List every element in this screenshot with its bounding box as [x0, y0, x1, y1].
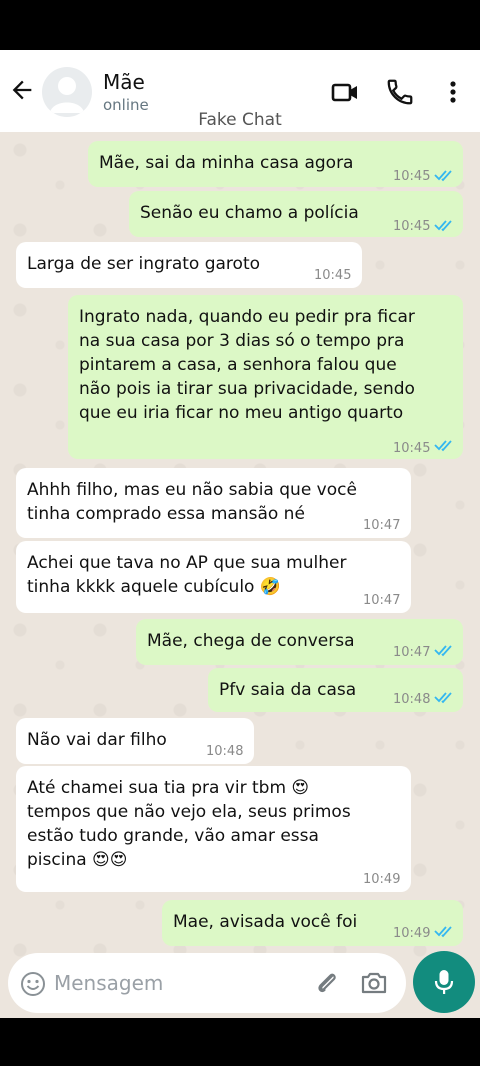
message-bubble-outgoing[interactable]: Senão eu chamo a polícia 10:45	[129, 191, 463, 237]
navigation-bar	[0, 1018, 480, 1066]
message-composer	[8, 953, 406, 1013]
message-bubble-incoming[interactable]: Ahhh filho, mas eu não sabia que você ti…	[16, 468, 411, 538]
message-time: 10:45	[393, 169, 431, 184]
mic-button[interactable]	[413, 951, 475, 1013]
message-bubble-incoming[interactable]: Não vai dar filho 10:48	[16, 718, 254, 764]
double-check-icon	[434, 645, 452, 657]
message-bubble-outgoing[interactable]: Mãe, chega de conversa 10:47	[136, 619, 463, 665]
more-vert-icon[interactable]	[438, 77, 468, 107]
message-bubble-incoming[interactable]: Larga de ser ingrato garoto 10:45	[16, 242, 362, 288]
message-time: 10:45	[393, 219, 431, 234]
message-bubble-outgoing[interactable]: Pfv saia da casa 10:48	[208, 668, 463, 712]
message-time: 10:45	[314, 268, 352, 283]
mic-icon	[434, 970, 454, 994]
message-text: Até chamei sua tia pra vir tbm 😍 tempos …	[27, 778, 351, 870]
phone-icon[interactable]	[385, 77, 415, 107]
double-check-icon	[434, 926, 452, 938]
watermark: Fake Chat	[198, 110, 282, 130]
message-text: Ahhh filho, mas eu não sabia que você ti…	[27, 480, 357, 524]
message-time: 10:48	[206, 744, 244, 759]
message-text: Mae, avisada você foi	[173, 912, 358, 932]
attach-icon[interactable]	[314, 970, 340, 996]
status-bar	[0, 0, 480, 50]
double-check-icon	[434, 440, 452, 452]
video-call-icon[interactable]	[330, 77, 360, 107]
message-bubble-outgoing[interactable]: Mae, avisada você foi 10:49	[162, 900, 463, 946]
message-time: 10:47	[393, 645, 431, 660]
message-text: Mãe, chega de conversa	[147, 631, 355, 651]
emoji-icon[interactable]	[20, 971, 46, 997]
message-text: Senão eu chamo a polícia	[140, 203, 359, 223]
message-time: 10:47	[363, 518, 401, 533]
message-input[interactable]	[54, 967, 294, 999]
message-bubble-outgoing[interactable]: Mãe, sai da minha casa agora 10:45	[88, 141, 463, 187]
double-check-icon	[434, 170, 452, 182]
message-text: Larga de ser ingrato garoto	[27, 254, 261, 274]
message-time: 10:49	[393, 926, 431, 941]
camera-icon[interactable]	[360, 970, 388, 996]
message-text: Não vai dar filho	[27, 730, 167, 750]
message-text: Pfv saia da casa	[219, 680, 357, 700]
message-time: 10:45	[393, 441, 431, 456]
message-bubble-incoming[interactable]: Achei que tava no AP que sua mulher tinh…	[16, 541, 411, 613]
message-time: 10:48	[393, 692, 431, 707]
message-bubble-outgoing[interactable]: Ingrato nada, quando eu pedir pra ficar …	[68, 295, 463, 459]
message-time: 10:49	[363, 872, 401, 887]
contact-name[interactable]: Mãe	[103, 70, 145, 94]
double-check-icon	[434, 220, 452, 232]
message-bubble-incoming[interactable]: Até chamei sua tia pra vir tbm 😍 tempos …	[16, 766, 411, 892]
double-check-icon	[434, 692, 452, 704]
message-text: Mãe, sai da minha casa agora	[99, 153, 354, 173]
message-time: 10:47	[363, 593, 401, 608]
chat-screen: Mãe online Fake Chat Mãe, sai da minha c…	[0, 50, 480, 1018]
message-text: Ingrato nada, quando eu pedir pra ficar …	[79, 307, 415, 423]
back-arrow-icon[interactable]	[8, 76, 36, 104]
message-text: Achei que tava no AP que sua mulher tinh…	[27, 553, 347, 597]
